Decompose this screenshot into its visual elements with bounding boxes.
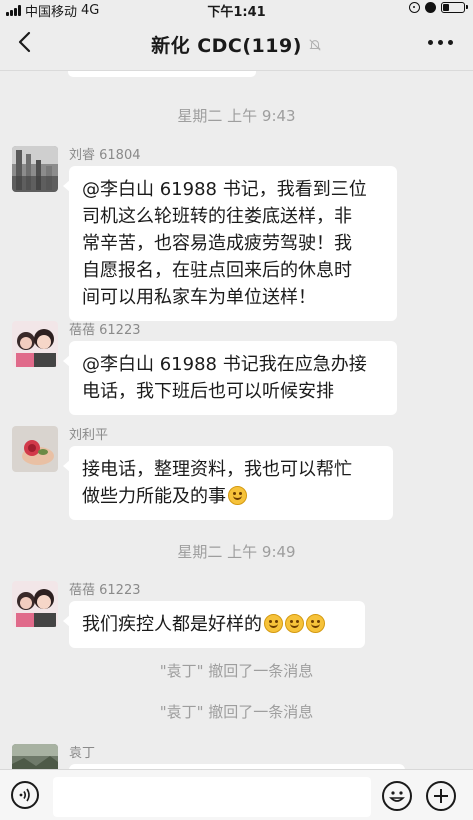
message-line: 间可以用私家车为单位送样！: [82, 287, 316, 308]
message-input[interactable]: [53, 777, 371, 817]
message-line: 司机这么轮班转的往娄底送样，非: [82, 206, 352, 227]
plus-icon[interactable]: [426, 781, 456, 811]
avatar[interactable]: [12, 744, 58, 769]
smile-emoji-icon: [228, 486, 247, 505]
smile-emoji-icon: [285, 614, 304, 633]
message-line: 电话，我下班后也可以听候安排: [82, 381, 334, 402]
message-bubble[interactable]: 接电话，整理资料，我也可以帮忙 做些力所能及的事: [63, 446, 393, 520]
chat-title: 新化 CDC(119): [151, 35, 302, 57]
timestamp: 星期二 上午 9:49: [177, 543, 296, 561]
bell-muted-icon: [309, 38, 321, 51]
sender-name: 刘利平: [69, 428, 109, 443]
avatar[interactable]: [12, 581, 58, 627]
avatar[interactable]: [12, 146, 58, 192]
message-line: @李白山 61988 书记，我看到三位: [82, 179, 367, 200]
timestamp: 星期二 上午 9:43: [177, 107, 296, 125]
message-bubble[interactable]: 我们疾控人都是好样的: [63, 601, 365, 648]
status-right: [409, 2, 468, 13]
input-bar: [0, 769, 473, 820]
message-line: 我们疾控人都是好样的: [82, 614, 262, 635]
avatar[interactable]: [12, 321, 58, 367]
voice-icon[interactable]: [11, 781, 39, 809]
alarm-icon: [425, 2, 436, 13]
message-line: 自愿报名，在驻点回来后的休息时: [82, 260, 352, 281]
sender-name: 蓓蓓 61223: [69, 583, 141, 598]
emoji-icon[interactable]: [382, 781, 412, 811]
sender-name: 刘睿 61804: [69, 148, 141, 163]
avatar[interactable]: [12, 426, 58, 472]
more-horizontal-icon[interactable]: [426, 32, 455, 53]
message-bubble[interactable]: @李白山 61988 书记我在应急办接 电话，我下班后也可以听候安排: [63, 341, 397, 415]
orientation-lock-icon: [409, 2, 420, 13]
sender-name: 袁丁: [69, 746, 96, 761]
smile-emoji-icon: [264, 614, 283, 633]
message-line: 接电话，整理资料，我也可以帮忙: [82, 459, 352, 480]
message-line: @李白山 61988 书记我在应急办接: [82, 354, 367, 375]
nav-bar: 新化 CDC(119): [0, 18, 473, 71]
recall-notice: "袁丁" 撤回了一条消息: [159, 703, 314, 721]
message-line: 做些力所能及的事: [82, 486, 226, 507]
recall-notice: "袁丁" 撤回了一条消息: [159, 662, 314, 680]
chat-area[interactable]: 星期二 上午 9:43 刘睿 61804 @李白山 61988 书记，我看到三位…: [0, 71, 473, 769]
previous-message-bubble[interactable]: [68, 71, 256, 77]
message-bubble[interactable]: @李白山 61988 书记，我看到三位 司机这么轮班转的往娄底送样，非 常辛苦，…: [63, 166, 397, 321]
status-bar: 中国移动 4G 下午1:41: [0, 0, 473, 20]
message-line: 常辛苦，也容易造成疲劳驾驶！我: [82, 233, 352, 254]
smile-emoji-icon: [306, 614, 325, 633]
sender-name: 蓓蓓 61223: [69, 323, 141, 338]
battery-icon: [441, 2, 468, 13]
